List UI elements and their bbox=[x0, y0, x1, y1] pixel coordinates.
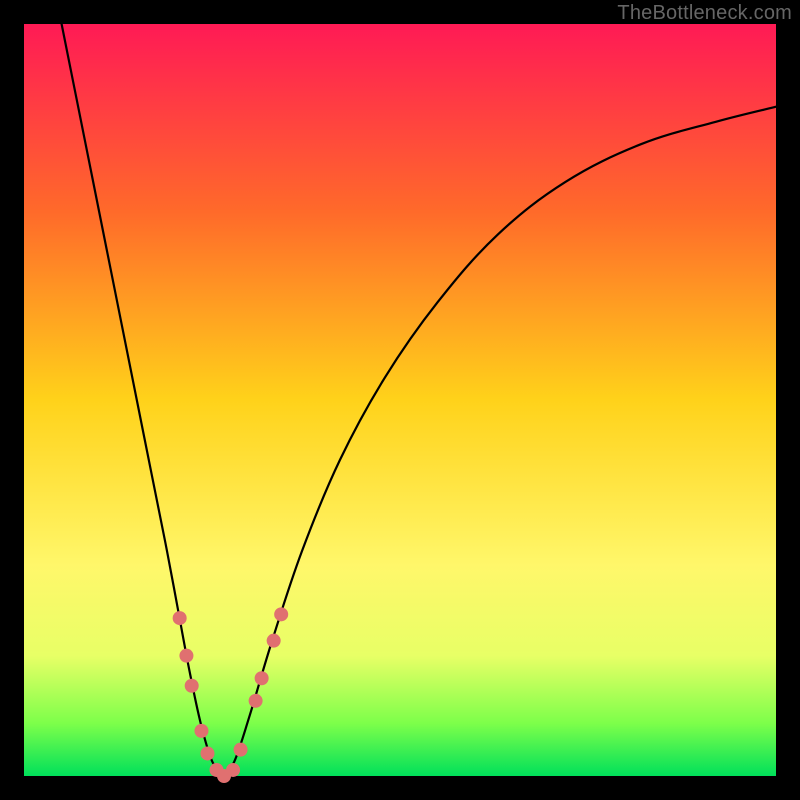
marker-dot bbox=[185, 679, 199, 693]
marker-dot bbox=[249, 694, 263, 708]
marker-dot bbox=[255, 671, 269, 685]
marker-dot bbox=[234, 743, 248, 757]
curve-left-branch bbox=[62, 24, 224, 776]
chart-frame: TheBottleneck.com bbox=[0, 0, 800, 800]
marker-dot bbox=[173, 611, 187, 625]
curve-right-branch bbox=[223, 107, 776, 776]
marker-dot bbox=[274, 607, 288, 621]
watermark-text: TheBottleneck.com bbox=[617, 2, 792, 25]
marker-dot bbox=[194, 724, 208, 738]
marker-dot bbox=[200, 746, 214, 760]
chart-svg-layer bbox=[24, 24, 776, 776]
marker-dot bbox=[226, 763, 240, 777]
marker-dot bbox=[267, 634, 281, 648]
marker-dot bbox=[179, 649, 193, 663]
